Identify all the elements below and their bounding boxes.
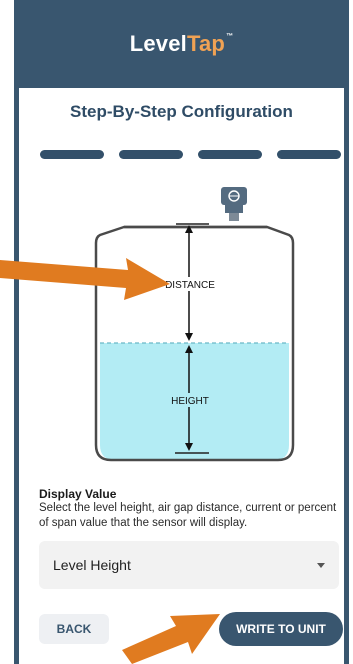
back-button[interactable]: BACK: [39, 614, 109, 644]
step-indicator-4: [277, 150, 341, 159]
app-header: LevelTap™: [19, 0, 344, 88]
height-label: HEIGHT: [171, 396, 209, 407]
step-indicator-2: [119, 150, 183, 159]
leveltap-logo: LevelTap™: [130, 31, 234, 57]
step-indicator-1: [40, 150, 104, 159]
sensor-icon: [221, 187, 247, 221]
display-value-select[interactable]: Level Height: [39, 541, 339, 589]
logo-text-level: Level: [129, 31, 187, 56]
chevron-down-icon: [317, 562, 325, 568]
display-value-description: Select the level height, air gap distanc…: [39, 502, 337, 529]
app-frame: LevelTap™ Step-By-Step Configuration DIS…: [14, 0, 349, 664]
logo-text-tap: Tap: [186, 31, 226, 56]
page-title: Step-By-Step Configuration: [70, 102, 293, 121]
logo-trademark: ™: [226, 33, 234, 40]
display-value-label: Display Value: [39, 487, 117, 501]
distance-label: DISTANCE: [165, 280, 215, 291]
step-progress: [40, 150, 342, 160]
tank-diagram: DISTANCE HEIGHT: [94, 187, 295, 462]
step-indicator-3: [198, 150, 262, 159]
write-to-unit-button[interactable]: WRITE TO UNIT: [219, 612, 343, 646]
display-value-selected: Level Height: [53, 557, 131, 573]
distance-arrow-head-bottom: [185, 333, 193, 341]
